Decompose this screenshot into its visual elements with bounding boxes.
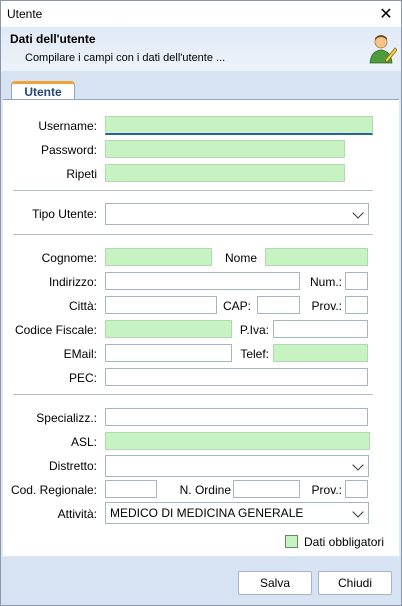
attivita-label: Attività: — [57, 507, 97, 521]
cod-regionale-field[interactable] — [105, 480, 157, 498]
cap-label: CAP: — [222, 299, 251, 313]
window-title: Utente — [7, 7, 43, 21]
attivita-select[interactable]: MEDICO DI MEDICINA GENERALE — [105, 502, 369, 524]
piva-field[interactable] — [273, 320, 368, 338]
required-legend-label: Dati obbligatori — [304, 535, 385, 549]
codice-fiscale-field[interactable] — [105, 320, 232, 338]
prov-regionale-label: Prov.: — [311, 483, 342, 497]
n-ordine-field[interactable] — [233, 480, 300, 498]
cap-field[interactable] — [257, 296, 300, 314]
nome-label: Nome — [224, 251, 257, 265]
citta-label: Città: — [68, 299, 97, 313]
close-button[interactable]: Chiudi — [318, 571, 392, 595]
button-bar: Salva Chiudi — [1, 557, 401, 605]
ripeti-field[interactable] — [105, 164, 345, 182]
separator — [13, 394, 373, 395]
dialog-header: Dati dell'utente Compilare i campi con i… — [1, 27, 401, 71]
asl-label: ASL: — [70, 435, 97, 449]
codice-fiscale-label: Codice Fiscale: — [14, 323, 97, 337]
save-button[interactable]: Salva — [238, 571, 312, 595]
username-label: Username: — [38, 119, 97, 133]
dialog-window: Utente ✕ Dati dell'utente Compilare i ca… — [0, 0, 402, 606]
chevron-down-icon — [352, 207, 364, 219]
required-legend-swatch — [285, 535, 298, 548]
chevron-down-icon — [352, 506, 364, 518]
password-label: Password: — [40, 143, 97, 157]
telef-label: Telef: — [240, 347, 269, 361]
separator — [13, 234, 373, 235]
prov-regionale-field[interactable] — [345, 480, 368, 498]
cod-regionale-label: Cod. Regionale: — [10, 483, 97, 497]
indirizzo-label: Indirizzo: — [48, 275, 97, 289]
telef-field[interactable] — [273, 344, 368, 362]
prov-label: Prov.: — [311, 299, 342, 313]
ripeti-label: Ripeti — [66, 167, 97, 181]
num-field[interactable] — [345, 272, 368, 290]
nome-field[interactable] — [265, 248, 368, 266]
cognome-label: Cognome: — [41, 251, 97, 265]
title-bar: Utente ✕ — [1, 1, 401, 27]
header-subtitle: Compilare i campi con i dati dell'utente… — [25, 52, 226, 64]
email-label: EMail: — [63, 347, 97, 361]
asl-field[interactable] — [105, 432, 370, 450]
attivita-value: MEDICO DI MEDICINA GENERALE — [110, 506, 304, 520]
distretto-label: Distretto: — [48, 459, 97, 473]
piva-label: P.Iva: — [239, 323, 269, 337]
num-label: Num.: — [309, 275, 342, 289]
chevron-down-icon — [352, 459, 364, 471]
indirizzo-field[interactable] — [105, 272, 300, 290]
password-field[interactable] — [105, 140, 345, 158]
username-field[interactable] — [105, 116, 373, 135]
prov-field[interactable] — [345, 296, 368, 314]
user-edit-icon — [369, 35, 397, 64]
close-icon[interactable]: ✕ — [373, 2, 399, 26]
citta-field[interactable] — [105, 296, 217, 314]
pec-field[interactable] — [105, 368, 368, 386]
pec-label: PEC: — [68, 371, 97, 385]
n-ordine-label: N. Ordine — [179, 483, 231, 497]
separator — [13, 190, 373, 191]
email-field[interactable] — [105, 344, 232, 362]
form-panel: Username: Password: Ripeti Tipo Utente: … — [3, 99, 399, 556]
specializz-label: Specializz.: — [36, 411, 97, 425]
tipo-utente-label: Tipo Utente: — [32, 207, 97, 221]
tipo-utente-select[interactable] — [105, 203, 369, 225]
distretto-select[interactable] — [105, 455, 369, 477]
specializz-field[interactable] — [105, 408, 368, 426]
header-title: Dati dell'utente — [10, 32, 96, 46]
cognome-field[interactable] — [105, 248, 212, 266]
